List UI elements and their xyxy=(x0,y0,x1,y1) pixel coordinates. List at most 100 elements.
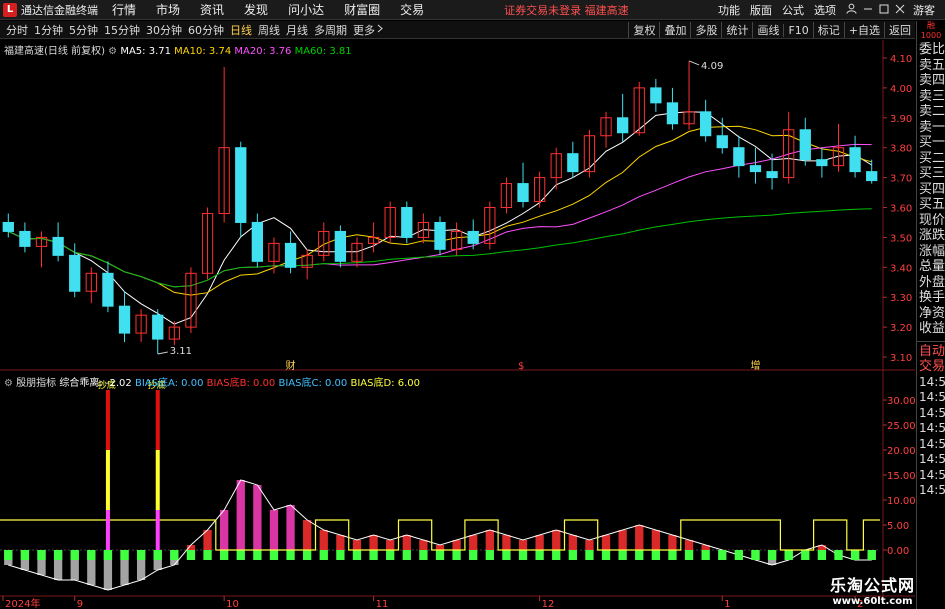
app-logo-icon: L xyxy=(3,2,17,17)
period-30min[interactable]: 30分钟 xyxy=(146,22,182,38)
sidebar-item-buy5[interactable]: 买五 xyxy=(917,197,945,213)
bias-bar-pos xyxy=(668,535,677,550)
signal-bar xyxy=(651,550,660,560)
signal-bar xyxy=(552,550,561,560)
chart-tools: 复权 叠加 多股 统计 画线 F10 标记 +自选 返回 xyxy=(628,21,915,39)
btn-tongji[interactable]: 统计 xyxy=(721,22,752,38)
btn-huaxian[interactable]: 画线 xyxy=(752,22,783,38)
period-weekly[interactable]: 周线 xyxy=(258,22,280,38)
sidebar-item-auto[interactable]: 自动 xyxy=(917,344,945,360)
menu-hangqing[interactable]: 行情 xyxy=(112,1,136,18)
candle-down xyxy=(567,153,579,173)
tick-time: 14:56 xyxy=(919,405,945,420)
bias-bar-pos xyxy=(186,545,196,550)
btn-diejia[interactable]: 叠加 xyxy=(659,22,690,38)
spike-red xyxy=(105,390,110,450)
btn-duogu[interactable]: 多股 xyxy=(690,22,721,38)
btn-f10[interactable]: F10 xyxy=(783,23,812,37)
sidebar-item-sell2[interactable]: 卖二 xyxy=(917,104,945,120)
bias-bar-pos xyxy=(535,535,544,550)
menu-jiaoyi[interactable]: 交易 xyxy=(400,1,424,18)
menu-gongneng[interactable]: 功能 xyxy=(718,2,740,18)
bias-bar-pos xyxy=(386,540,395,550)
close-icon[interactable] xyxy=(895,4,905,17)
chevron-right-icon[interactable] xyxy=(377,23,384,36)
sidebar-item-pct[interactable]: 涨幅 xyxy=(917,244,945,260)
sidebar-item-buy1[interactable]: 买一 xyxy=(917,135,945,151)
btn-zixuan[interactable]: +自选 xyxy=(843,22,884,38)
sidebar-item-sell5[interactable]: 卖五 xyxy=(917,58,945,74)
period-multi[interactable]: 多周期 xyxy=(314,22,347,38)
signal-bar xyxy=(70,550,79,560)
candle-down xyxy=(284,242,297,268)
menu-zixun[interactable]: 资讯 xyxy=(200,1,224,18)
signal-bar xyxy=(502,550,511,560)
user-icon[interactable] xyxy=(846,3,857,17)
signal-bar xyxy=(236,550,245,560)
signal-bar xyxy=(469,550,478,560)
sidebar-item-buy2[interactable]: 买二 xyxy=(917,151,945,167)
spike-red xyxy=(155,390,160,450)
menu-banmian[interactable]: 版面 xyxy=(750,2,772,18)
sidebar-item-price[interactable]: 现价 xyxy=(917,213,945,229)
bias-bar-pos xyxy=(220,510,229,550)
margin-badge: 融 1000 xyxy=(920,21,942,40)
date-label: 2024年 xyxy=(5,597,40,609)
sub-y-tick-label: 0.00 xyxy=(887,546,909,557)
signal-bar xyxy=(568,550,577,560)
sidebar-item-outer[interactable]: 外盘 xyxy=(917,275,945,291)
settings-icon[interactable]: ⚙ xyxy=(108,46,117,57)
menu-caifuquan[interactable]: 财富圈 xyxy=(344,1,380,18)
kline-chart[interactable]: 4.10 4.00 3.90 3.80 3.70 3.60 3.50 3.40 3.30 3.20… xyxy=(0,40,915,609)
sidebar-item-earnings[interactable]: 收益 xyxy=(917,321,945,337)
period-more[interactable]: 更多 xyxy=(353,22,375,38)
period-monthly[interactable]: 月线 xyxy=(286,22,308,38)
sidebar-item-buy3[interactable]: 买三 xyxy=(917,166,945,182)
spike-yellow xyxy=(105,450,110,510)
period-1min[interactable]: 1分钟 xyxy=(34,22,63,38)
signal-bar xyxy=(386,550,395,560)
sidebar-item-netasset[interactable]: 净资 xyxy=(917,306,945,322)
sidebar-item-change[interactable]: 涨跌 xyxy=(917,228,945,244)
btn-fuquan[interactable]: 复权 xyxy=(628,22,659,38)
signal-bar xyxy=(319,550,328,560)
signal-bar xyxy=(286,550,295,560)
menu-shichang[interactable]: 市场 xyxy=(156,1,180,18)
tick-time: 14:56 xyxy=(919,452,945,466)
menu-wenxiaoda[interactable]: 问小达 xyxy=(288,1,324,18)
menu-xuanxiang[interactable]: 选项 xyxy=(814,2,836,18)
maximize-icon[interactable] xyxy=(879,4,889,17)
menu-gongshi[interactable]: 公式 xyxy=(782,2,804,18)
guest-label[interactable]: 游客 xyxy=(913,2,935,18)
sidebar-item-buy4[interactable]: 买四 xyxy=(917,182,945,198)
signal-bar xyxy=(203,550,212,560)
signal-bar xyxy=(20,550,30,560)
settings-icon[interactable]: ⚙ xyxy=(4,378,13,389)
candle-down xyxy=(700,111,712,137)
sidebar-item-sell3[interactable]: 卖三 xyxy=(917,89,945,105)
sidebar-item-turnover[interactable]: 换手 xyxy=(917,290,945,306)
bias-a-label: BIAS底A: 0.00 xyxy=(134,378,204,389)
signal-bar xyxy=(635,550,644,560)
period-15min[interactable]: 15分钟 xyxy=(104,22,140,38)
btn-fanhui[interactable]: 返回 xyxy=(884,22,915,38)
sidebar-item-trade[interactable]: 交易 xyxy=(917,359,945,375)
minimize-icon[interactable] xyxy=(863,4,873,17)
title-right-tools: 功能 版面 公式 选项 游客 xyxy=(718,0,945,20)
sidebar-item-volume[interactable]: 总量 xyxy=(917,259,945,275)
sidebar-item-weibi[interactable]: 委比 xyxy=(917,42,945,58)
period-daily[interactable]: 日线 xyxy=(230,22,252,38)
period-5min[interactable]: 5分钟 xyxy=(69,22,98,38)
sidebar-item-sell1[interactable]: 卖一 xyxy=(917,120,945,136)
candle-down xyxy=(102,272,114,307)
menu-faxian[interactable]: 发现 xyxy=(244,1,268,18)
period-fenshi[interactable]: 分时 xyxy=(6,22,28,38)
login-warning[interactable]: 证券交易未登录 福建高速 xyxy=(504,2,629,18)
bias-bar-pos xyxy=(485,530,494,550)
period-60min[interactable]: 60分钟 xyxy=(188,22,224,38)
btn-biaoji[interactable]: 标记 xyxy=(812,22,844,38)
bias-bar-pos xyxy=(303,520,312,550)
tick-time: 14:56 xyxy=(919,436,945,451)
candle-down xyxy=(401,207,413,238)
sidebar-item-sell4[interactable]: 卖四 xyxy=(917,73,945,89)
